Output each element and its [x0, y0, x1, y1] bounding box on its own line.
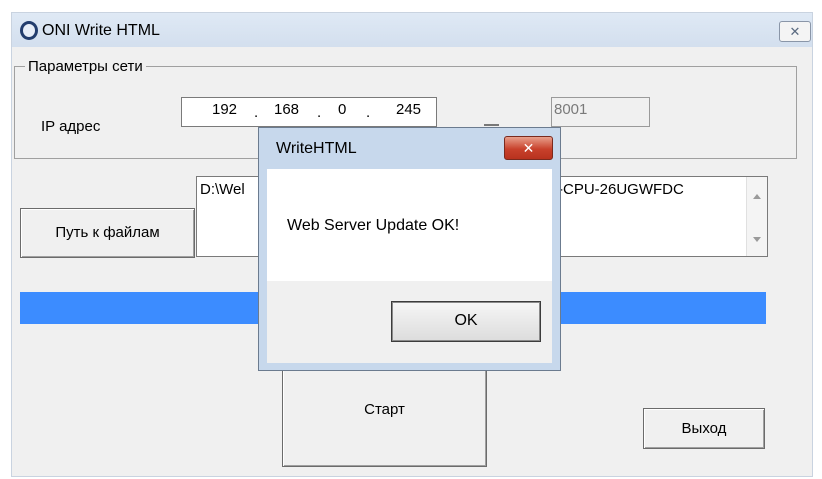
file-path-text-left: D:\Wel — [200, 181, 245, 198]
exit-button[interactable]: Выход — [643, 408, 765, 449]
ok-button[interactable]: OK — [391, 301, 541, 342]
dialog-message: Web Server Update OK! — [287, 217, 460, 234]
window-title: ONI Write HTML — [42, 22, 160, 39]
app-logo-icon — [20, 21, 38, 40]
ip-octet-1[interactable]: 192 — [212, 101, 237, 118]
ip-octet-4[interactable]: 245 — [396, 101, 421, 118]
ip-dot: . — [317, 104, 322, 121]
scroll-down-icon[interactable] — [753, 237, 761, 242]
ip-octet-3[interactable]: 0 — [338, 101, 346, 118]
ip-address-field[interactable]: 192 . 168 . 0 . 245 — [181, 97, 437, 127]
title-bar: ONI Write HTML ✕ — [12, 13, 812, 47]
scroll-up-icon[interactable] — [753, 194, 761, 199]
file-path-button[interactable]: Путь к файлам — [20, 208, 195, 258]
dialog-title: WriteHTML — [276, 140, 357, 157]
ip-octet-2[interactable]: 168 — [274, 101, 299, 118]
dialog-close-button[interactable]: ✕ — [504, 136, 553, 160]
network-params-legend: Параметры сети — [25, 58, 146, 75]
ip-label: IP адрес — [41, 118, 101, 135]
port-field[interactable]: 8001 — [551, 97, 650, 127]
file-path-text-right: -CPU-26UGWFDC — [558, 181, 684, 198]
ip-dot: . — [366, 104, 371, 121]
path-scrollbar[interactable] — [746, 177, 767, 256]
ip-dot: . — [254, 104, 259, 121]
window-close-button[interactable]: ✕ — [779, 21, 811, 42]
